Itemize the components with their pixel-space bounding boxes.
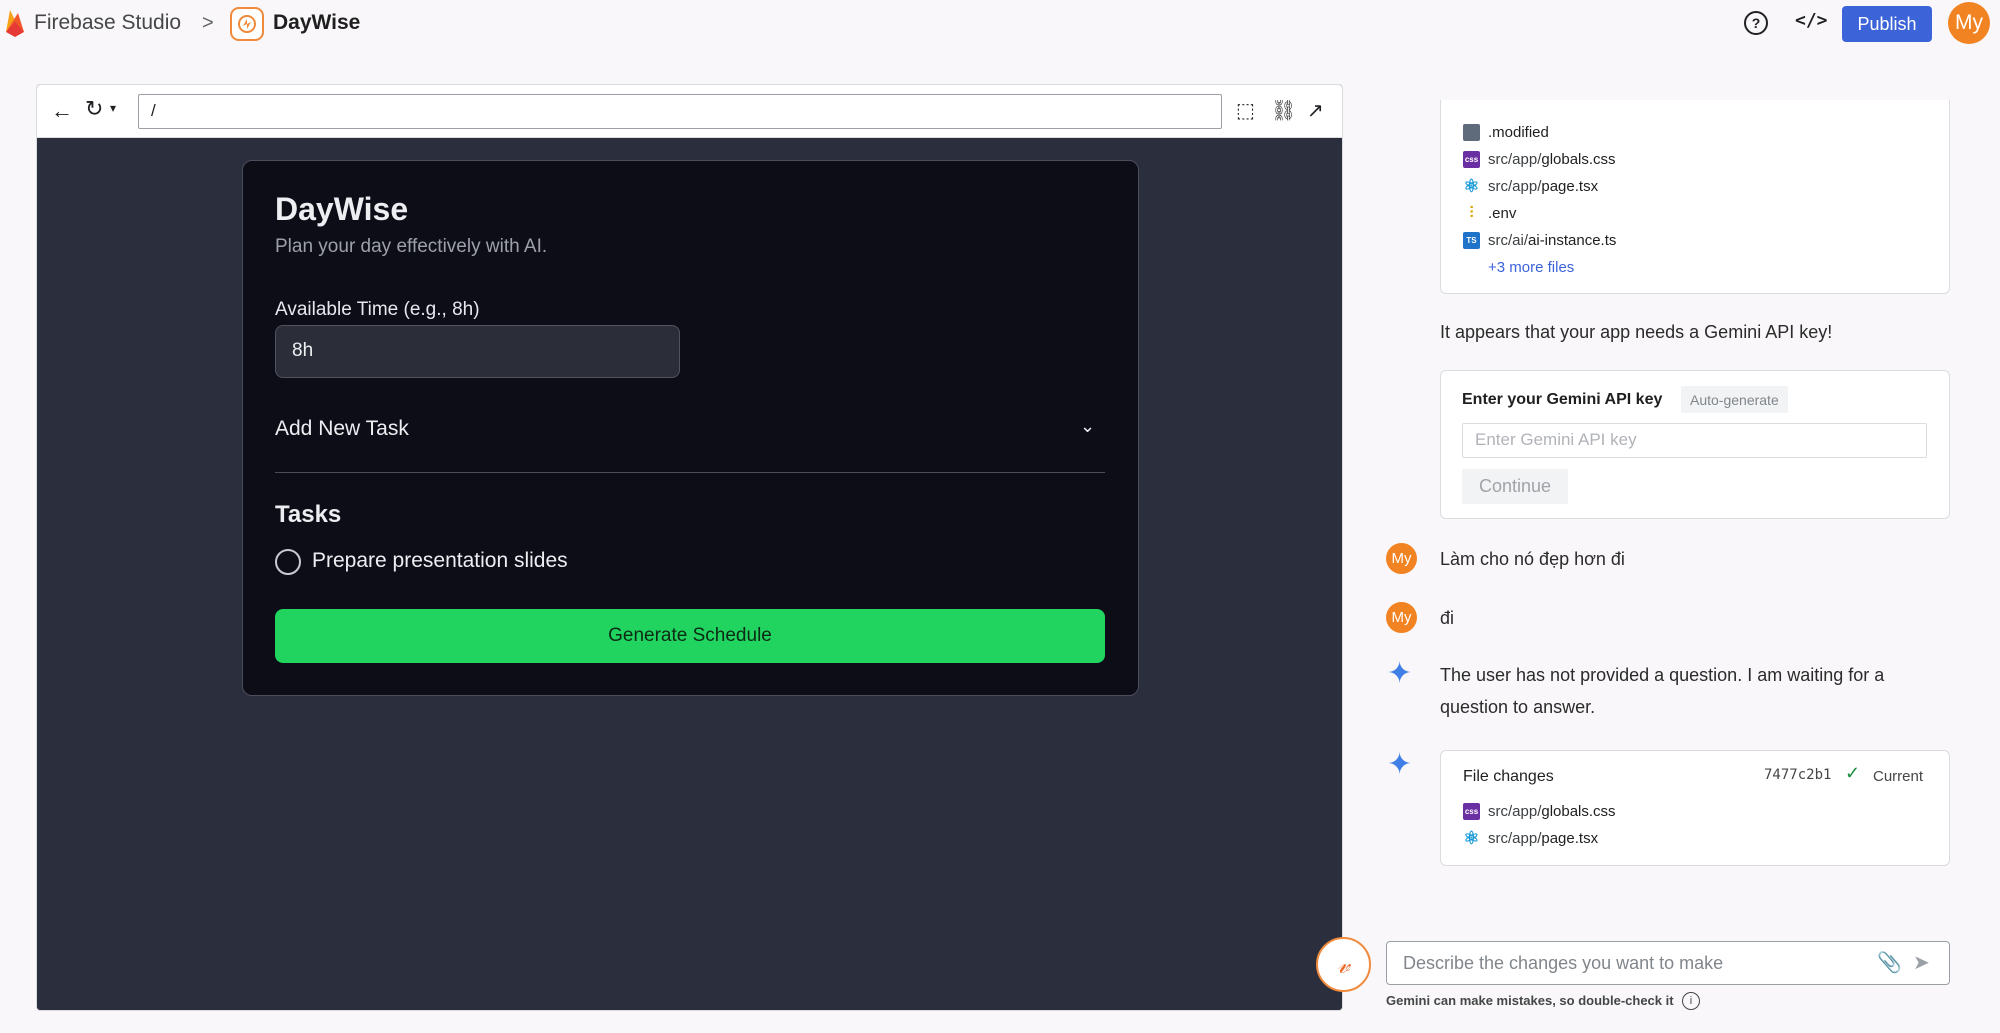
react-icon: ⚛	[1463, 828, 1480, 848]
user-message: đi	[1440, 608, 1455, 628]
gemini-sparkle-icon: ✦	[1387, 748, 1413, 781]
chevron-down-icon[interactable]: ⌄	[1080, 416, 1095, 437]
back-arrow-icon[interactable]: ←	[51, 98, 73, 124]
reload-icon[interactable]: ↻	[85, 96, 103, 122]
task-label: Prepare presentation slides	[312, 549, 568, 572]
typescript-file-icon: TS	[1463, 232, 1480, 249]
ai-message: question to answer.	[1440, 697, 1596, 717]
card-subtitle: Plan your day effectively with AI.	[275, 236, 548, 257]
current-status: Current	[1873, 768, 1924, 785]
css-file-icon: css	[1463, 151, 1480, 168]
user-avatar: My	[1386, 602, 1417, 633]
help-icon[interactable]: ?	[1744, 11, 1768, 35]
file-item[interactable]: ⫶ .env	[1463, 204, 1516, 223]
more-files-link[interactable]: +3 more files	[1488, 259, 1574, 276]
continue-button[interactable]: Continue	[1462, 469, 1568, 504]
file-item[interactable]: css src/app/globals.css	[1463, 151, 1616, 168]
url-input[interactable]: /	[138, 94, 1222, 129]
file-icon	[1463, 124, 1480, 141]
chevron-down-icon[interactable]: ▾	[110, 101, 116, 115]
api-key-card: Enter your Gemini API key Auto-generate …	[1440, 370, 1950, 519]
file-item[interactable]: TS src/ai/ai-instance.ts	[1463, 232, 1616, 249]
info-icon[interactable]: i	[1682, 992, 1700, 1010]
gemini-sparkle-icon: ✦	[1387, 657, 1413, 690]
link-icon[interactable]: ⛓	[1271, 98, 1296, 123]
file-item[interactable]: ⚛ src/app/page.tsx	[1463, 828, 1598, 848]
prompt-input[interactable]: Describe the changes you want to make 📎 …	[1386, 941, 1950, 985]
user-message: Làm cho nó đẹp hơn đi	[1440, 549, 1625, 569]
react-icon: ⚛	[1463, 176, 1480, 196]
file-item[interactable]: ⚛ src/app/page.tsx	[1463, 176, 1598, 196]
app-name[interactable]: DayWise	[273, 11, 360, 35]
gemini-logo-icon[interactable]: 𝓋	[1316, 937, 1371, 992]
commit-hash: 7477c2b1	[1764, 767, 1832, 783]
preview-toolbar: ← ↻ ▾ / ⬚ ⛓ ↗	[37, 85, 1342, 138]
attach-icon[interactable]: 📎	[1877, 950, 1902, 975]
env-settings-icon: ⫶	[1469, 204, 1474, 222]
file-changes-card: File changes 7477c2b1 ✓ Current css src/…	[1440, 750, 1950, 866]
top-bar: Firebase Studio > DayWise ? </> Publish …	[0, 0, 2000, 48]
open-external-icon[interactable]: ↗	[1307, 98, 1324, 123]
disclaimer-text: Gemini can make mistakes, so double-chec…	[1386, 993, 1674, 1008]
api-key-input[interactable]: Enter Gemini API key	[1462, 423, 1927, 458]
app-preview: ← ↻ ▾ / ⬚ ⛓ ↗ DayWise Plan your day effe…	[36, 84, 1343, 1011]
user-avatar[interactable]: My	[1948, 2, 1990, 44]
tasks-heading: Tasks	[275, 501, 342, 528]
ai-message: It appears that your app needs a Gemini …	[1440, 322, 1833, 342]
auto-generate-button[interactable]: Auto-generate	[1681, 386, 1788, 413]
divider	[275, 472, 1105, 473]
check-icon: ✓	[1845, 763, 1861, 783]
file-changes-header: File changes	[1463, 768, 1554, 785]
add-task-toggle[interactable]: Add New Task	[275, 417, 409, 441]
file-item[interactable]: css src/app/globals.css	[1463, 803, 1616, 820]
firebase-logo-icon	[6, 10, 24, 37]
daywise-card: DayWise Plan your day effectively with A…	[242, 160, 1139, 696]
user-avatar: My	[1386, 543, 1417, 574]
ai-message: The user has not provided a question. I …	[1440, 665, 1885, 685]
publish-button[interactable]: Publish	[1842, 6, 1932, 42]
app-logo-icon	[230, 7, 264, 41]
prompt-placeholder: Describe the changes you want to make	[1403, 953, 1724, 973]
select-element-icon[interactable]: ⬚	[1236, 98, 1255, 123]
available-time-label: Available Time (e.g., 8h)	[275, 299, 480, 320]
code-view-icon[interactable]: </>	[1795, 10, 1828, 31]
studio-title[interactable]: Firebase Studio	[34, 11, 181, 35]
send-icon[interactable]: ➤	[1913, 950, 1930, 975]
file-item[interactable]: .modified	[1463, 124, 1549, 141]
available-time-input[interactable]: 8h	[275, 325, 680, 378]
breadcrumb-separator: >	[202, 12, 214, 34]
task-checkbox[interactable]	[275, 549, 301, 575]
css-file-icon: css	[1463, 803, 1480, 820]
file-changes-card: .modified css src/app/globals.css ⚛ src/…	[1440, 100, 1950, 294]
api-key-title: Enter your Gemini API key	[1462, 391, 1663, 408]
generate-schedule-button[interactable]: Generate Schedule	[275, 609, 1105, 663]
card-title: DayWise	[275, 191, 409, 227]
